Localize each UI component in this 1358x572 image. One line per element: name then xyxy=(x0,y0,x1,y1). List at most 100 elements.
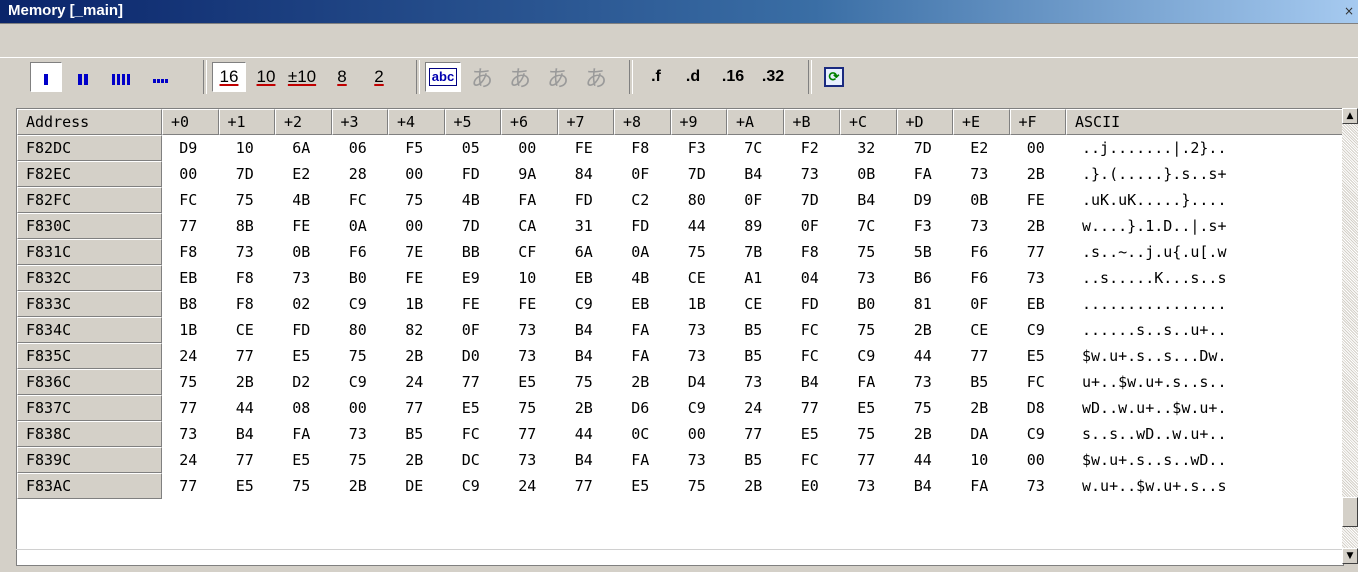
byte-cell[interactable]: 77 xyxy=(499,421,556,447)
byte-cell[interactable]: 75 xyxy=(838,421,895,447)
byte-cell[interactable]: 77 xyxy=(1008,239,1065,265)
byte-cell[interactable]: 00 xyxy=(160,161,217,187)
byte-cell[interactable]: B4 xyxy=(217,421,274,447)
byte-cell[interactable]: 73 xyxy=(330,421,387,447)
byte-cell[interactable]: FC xyxy=(443,421,500,447)
byte-cell[interactable]: CE xyxy=(725,291,782,317)
byte-cell[interactable]: 2B xyxy=(895,317,952,343)
byte-cell[interactable]: FA xyxy=(612,343,669,369)
byte-cell[interactable]: 73 xyxy=(160,421,217,447)
byte-cell[interactable]: 73 xyxy=(499,447,556,473)
byte-cell[interactable]: 44 xyxy=(895,447,952,473)
byte-cell[interactable]: CE xyxy=(669,265,726,291)
byte-cell[interactable]: 44 xyxy=(669,213,726,239)
text-encoding-4-button[interactable]: あ xyxy=(579,62,613,92)
byte-cell[interactable]: 75 xyxy=(838,317,895,343)
byte-cell[interactable]: 7D xyxy=(782,187,839,213)
byte-cell[interactable]: 2B xyxy=(612,369,669,395)
row-ascii[interactable]: $w.u+.s..s..wD.. xyxy=(1066,447,1227,473)
byte-cell[interactable]: C2 xyxy=(612,187,669,213)
byte-cell[interactable]: 77 xyxy=(160,473,217,499)
byte-cell[interactable]: FD xyxy=(273,317,330,343)
byte-cell[interactable]: D9 xyxy=(895,187,952,213)
byte-cell[interactable]: 44 xyxy=(556,421,613,447)
byte-cell[interactable]: 06 xyxy=(330,135,387,161)
byte-cell[interactable]: 8B xyxy=(217,213,274,239)
byte-cell[interactable]: 2B xyxy=(895,421,952,447)
byte-cell[interactable]: B4 xyxy=(556,343,613,369)
width-2-button[interactable] xyxy=(66,62,100,92)
byte-cell[interactable]: 75 xyxy=(160,369,217,395)
byte-cell[interactable]: FA xyxy=(838,369,895,395)
byte-cell[interactable]: E2 xyxy=(273,161,330,187)
radix-signed-decimal-button[interactable]: ±10 xyxy=(285,62,319,92)
byte-cell[interactable]: 31 xyxy=(556,213,613,239)
byte-cell[interactable]: C9 xyxy=(669,395,726,421)
width-4-button[interactable] xyxy=(104,62,138,92)
byte-cell[interactable]: 73 xyxy=(1008,265,1065,291)
byte-cell[interactable]: 7C xyxy=(725,135,782,161)
scroll-thumb[interactable] xyxy=(1342,497,1358,527)
row-ascii[interactable]: wD..w.u+..$w.u+. xyxy=(1066,395,1227,421)
byte-cell[interactable]: 75 xyxy=(895,395,952,421)
row-ascii[interactable]: ..j.......|.2}.. xyxy=(1066,135,1227,161)
byte-cell[interactable]: EB xyxy=(556,265,613,291)
byte-cell[interactable]: 6A xyxy=(556,239,613,265)
byte-cell[interactable]: DE xyxy=(386,473,443,499)
byte-cell[interactable]: 10 xyxy=(217,135,274,161)
byte-cell[interactable]: C9 xyxy=(1008,317,1065,343)
byte-cell[interactable]: 73 xyxy=(1008,473,1065,499)
byte-cell[interactable]: C9 xyxy=(838,343,895,369)
width-1-button[interactable] xyxy=(30,62,62,92)
byte-cell[interactable]: 73 xyxy=(499,317,556,343)
byte-cell[interactable]: B5 xyxy=(725,447,782,473)
byte-cell[interactable]: 73 xyxy=(669,317,726,343)
byte-cell[interactable]: 7D xyxy=(895,135,952,161)
byte-cell[interactable]: C9 xyxy=(443,473,500,499)
byte-cell[interactable]: 00 xyxy=(386,213,443,239)
byte-cell[interactable]: B4 xyxy=(782,369,839,395)
byte-cell[interactable]: F8 xyxy=(217,291,274,317)
byte-cell[interactable]: 10 xyxy=(499,265,556,291)
byte-cell[interactable]: 75 xyxy=(330,447,387,473)
byte-cell[interactable]: FC xyxy=(782,317,839,343)
byte-cell[interactable]: 7E xyxy=(386,239,443,265)
byte-cell[interactable]: C9 xyxy=(556,291,613,317)
byte-cell[interactable]: CE xyxy=(217,317,274,343)
byte-cell[interactable]: E5 xyxy=(273,447,330,473)
byte-cell[interactable]: 00 xyxy=(1008,135,1065,161)
byte-cell[interactable]: FC xyxy=(1008,369,1065,395)
byte-cell[interactable]: 7D xyxy=(217,161,274,187)
byte-cell[interactable]: FD xyxy=(443,161,500,187)
radix-hex-button[interactable]: 16 xyxy=(212,62,246,92)
byte-cell[interactable]: 75 xyxy=(386,187,443,213)
byte-cell[interactable]: 73 xyxy=(782,161,839,187)
byte-cell[interactable]: 32 xyxy=(838,135,895,161)
byte-cell[interactable]: D2 xyxy=(273,369,330,395)
byte-cell[interactable]: C9 xyxy=(330,369,387,395)
byte-cell[interactable]: E5 xyxy=(612,473,669,499)
byte-cell[interactable]: 02 xyxy=(273,291,330,317)
radix-binary-button[interactable]: 2 xyxy=(363,62,395,92)
byte-cell[interactable]: E0 xyxy=(782,473,839,499)
byte-cell[interactable]: 00 xyxy=(1008,447,1065,473)
byte-cell[interactable]: 73 xyxy=(838,265,895,291)
byte-cell[interactable]: 73 xyxy=(725,369,782,395)
byte-cell[interactable]: B4 xyxy=(895,473,952,499)
byte-cell[interactable]: 7D xyxy=(443,213,500,239)
byte-cell[interactable]: 04 xyxy=(782,265,839,291)
byte-cell[interactable]: 0F xyxy=(951,291,1008,317)
byte-cell[interactable]: 0B xyxy=(951,187,1008,213)
row-ascii[interactable]: w....}.1.D..|.s+ xyxy=(1066,213,1227,239)
byte-cell[interactable]: 75 xyxy=(556,369,613,395)
row-ascii[interactable]: ......s..s..u+.. xyxy=(1066,317,1227,343)
byte-cell[interactable]: FA xyxy=(612,447,669,473)
byte-cell[interactable]: E9 xyxy=(443,265,500,291)
byte-cell[interactable]: FE xyxy=(1008,187,1065,213)
byte-cell[interactable]: 2B xyxy=(1008,161,1065,187)
byte-cell[interactable]: 2B xyxy=(217,369,274,395)
scroll-down-icon[interactable]: ▼ xyxy=(1342,548,1358,564)
byte-cell[interactable]: 0B xyxy=(838,161,895,187)
byte-cell[interactable]: 5B xyxy=(895,239,952,265)
byte-cell[interactable]: BB xyxy=(443,239,500,265)
